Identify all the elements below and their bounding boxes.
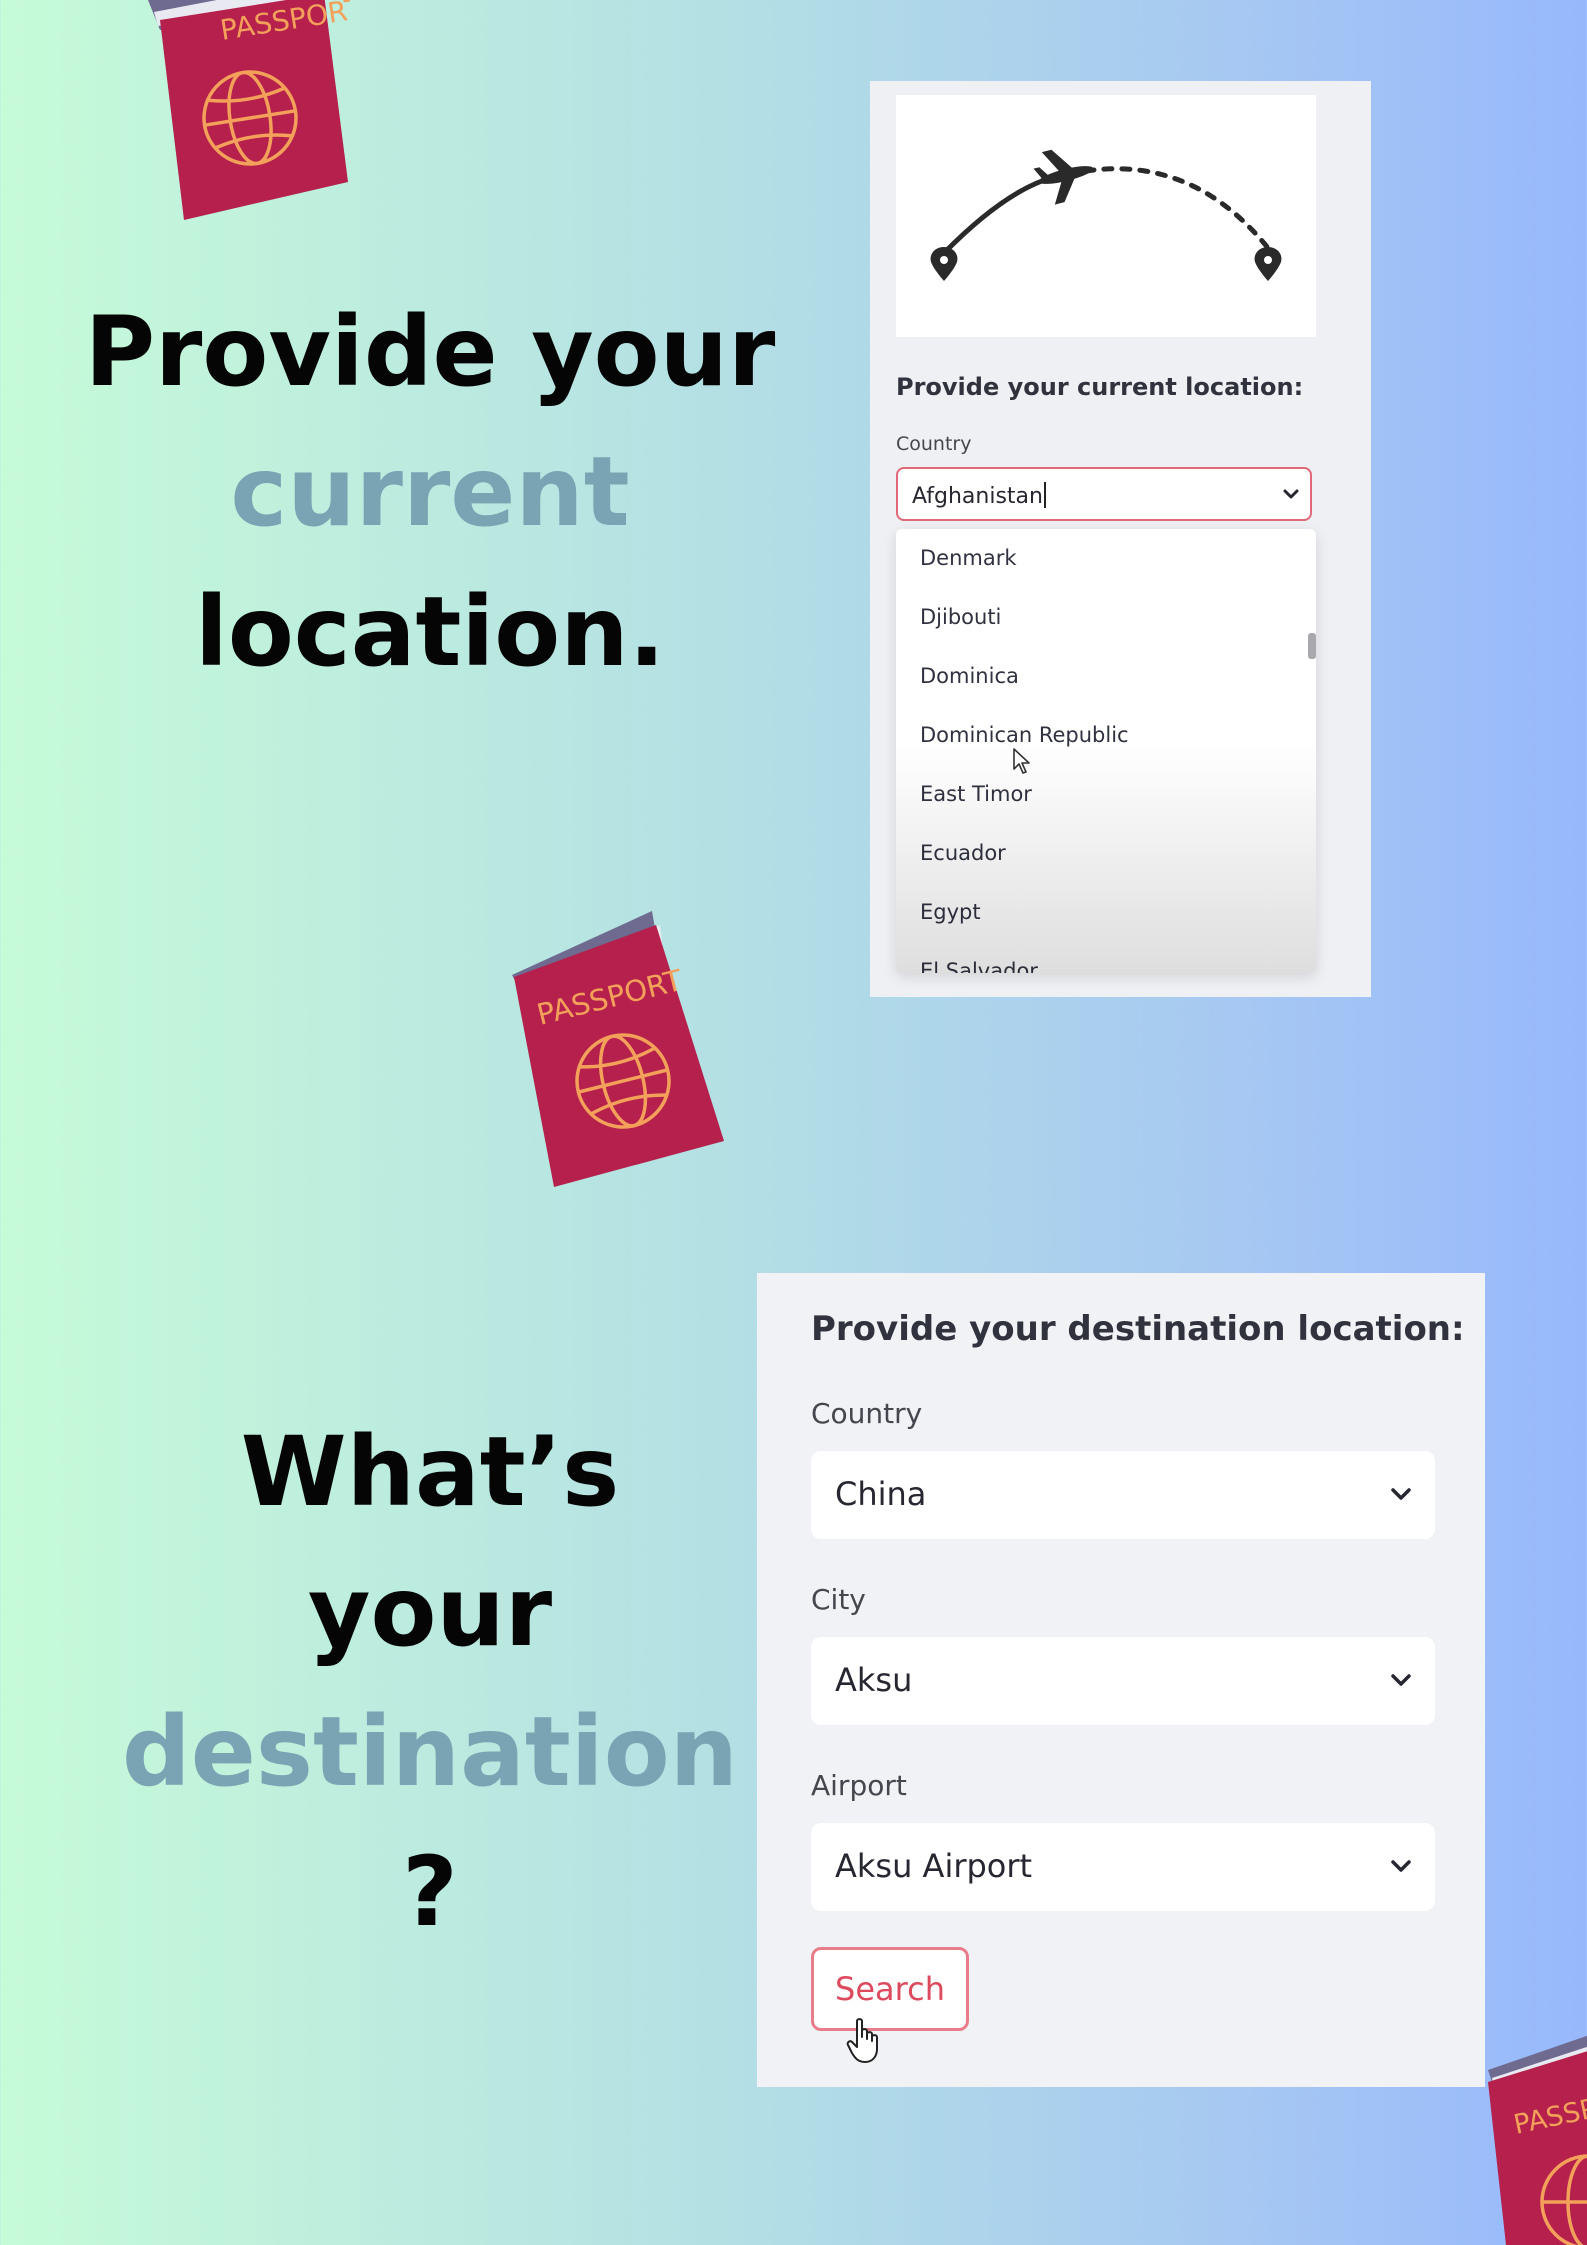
map-pin-icon [930,247,958,281]
mouse-pointer-icon [1013,748,1030,774]
country-dropdown-list[interactable]: Denmark Djibouti Dominica Dominican Repu… [896,529,1316,973]
airport-select-value: Aksu Airport [835,1847,1033,1885]
city-select[interactable]: Aksu [811,1637,1435,1725]
current-location-panel: Provide your current location: Country A… [870,81,1371,997]
passport-icon: PASSP [1488,2035,1587,2245]
chevron-down-icon[interactable] [1389,1671,1413,1691]
headline-destination: What’s your destination ? [80,1402,780,1962]
passport-icon: PASSPORT [512,911,724,1187]
destination-location-panel: Provide your destination location: Count… [757,1273,1485,2087]
flight-route-banner [896,95,1316,337]
dropdown-scrollbar[interactable] [1308,633,1316,659]
chevron-down-icon[interactable] [1389,1857,1413,1877]
airport-label: Airport [811,1769,907,1802]
country-label: Country [896,433,972,455]
hand-cursor-icon [846,2018,878,2063]
dropdown-option[interactable]: Djibouti [896,588,1316,647]
country-select-value: China [835,1475,927,1513]
headline-accent-word: current [230,436,630,548]
city-select-value: Aksu [835,1661,913,1699]
section-title: Provide your destination location: [811,1309,1465,1349]
headline-line: What’s [240,1416,620,1528]
dropdown-option[interactable]: Ecuador [896,824,1316,883]
dropdown-option[interactable]: East Timor [896,765,1316,824]
passport-icon: PASSPORT [148,0,350,220]
headline-line: ? [402,1836,458,1948]
dropdown-option[interactable]: Dominica [896,647,1316,706]
dropdown-option[interactable]: Dominican Republic [896,706,1316,765]
city-label: City [811,1583,866,1616]
country-select-value: Afghanistan [912,484,1043,509]
headline-line: location. [194,576,666,688]
dropdown-option[interactable]: Egypt [896,883,1316,942]
airport-select[interactable]: Aksu Airport [811,1823,1435,1911]
country-select[interactable]: China [811,1451,1435,1539]
chevron-down-icon[interactable] [1389,1485,1413,1505]
airplane-route-icon [930,149,1282,281]
dropdown-option[interactable]: Denmark [896,529,1316,588]
headline-current-location: Provide your current location. [80,282,780,702]
headline-accent-word: destination [122,1696,738,1808]
headline-line: Provide your [84,296,776,408]
country-select[interactable]: Afghanistan [896,467,1312,521]
section-title: Provide your current location: [896,373,1304,401]
search-button[interactable]: Search [811,1947,969,2031]
chevron-down-icon[interactable] [1282,487,1300,501]
headline-line: your [307,1556,553,1668]
text-cursor [1043,482,1046,508]
country-label: Country [811,1397,923,1430]
map-pin-icon [1254,247,1282,281]
dropdown-option[interactable]: El Salvador [896,942,1316,973]
